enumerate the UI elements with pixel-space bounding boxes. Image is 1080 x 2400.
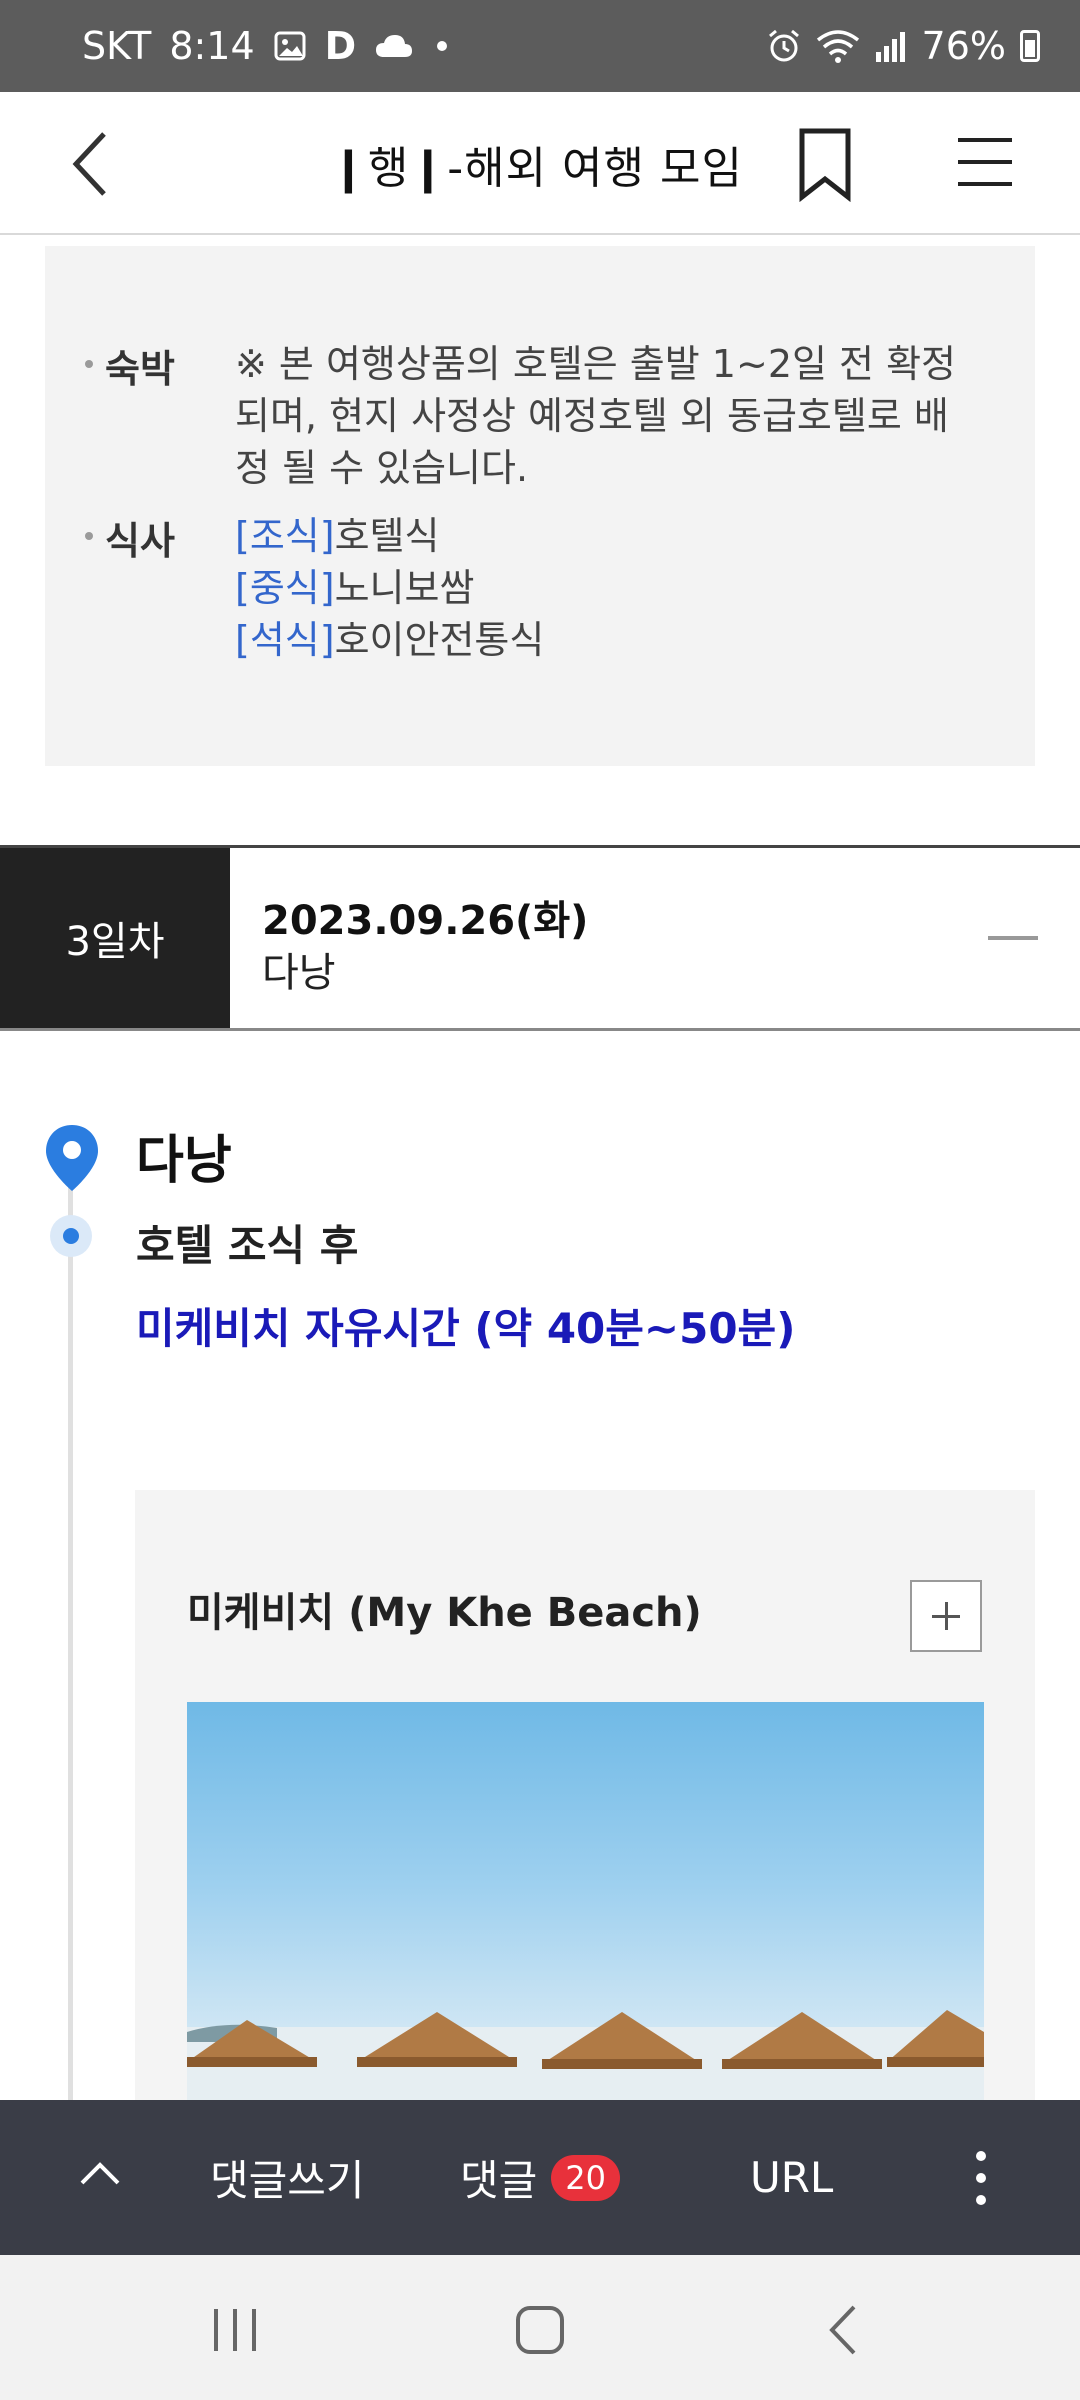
accommodation-info-box: 숙박 ※ 본 여행상품의 호텔은 출발 1~2일 전 확정되며, 현지 사정상 …	[45, 246, 1035, 766]
d-app-icon: D	[324, 24, 357, 68]
status-bar: SKT 8:14 D 76%	[0, 0, 1080, 92]
write-comment-button[interactable]: 댓글쓰기	[210, 2100, 365, 2255]
meal-label: 식사	[105, 519, 175, 563]
back-icon[interactable]	[60, 124, 140, 204]
top-app-bar: ❙행❙-해외 여행 모임	[0, 92, 1080, 235]
system-nav-bar	[0, 2255, 1080, 2400]
nav-back-icon[interactable]	[810, 2295, 880, 2365]
expand-plus-icon[interactable]	[910, 1580, 982, 1652]
day-badge: 3일차	[0, 848, 230, 1028]
timeline-dot-icon	[50, 1215, 92, 1257]
beach-photo	[187, 1702, 984, 2110]
bullet-dot	[85, 360, 93, 368]
attraction-card: 미케비치 (My Khe Beach)	[135, 1490, 1035, 2110]
page-title: ❙행❙-해외 여행 모임	[330, 142, 743, 194]
meal-tag: [석식]	[235, 618, 335, 662]
gallery-icon	[273, 29, 307, 63]
comments-button[interactable]: 댓글 20	[460, 2100, 620, 2255]
url-button[interactable]: URL	[750, 2100, 833, 2255]
alarm-icon	[766, 28, 802, 64]
bullet-dot	[85, 532, 93, 540]
lodging-text: ※ 본 여행상품의 호텔은 출발 1~2일 전 확정되며, 현지 사정상 예정호…	[235, 342, 956, 490]
clock: 8:14	[169, 24, 255, 68]
free-time-text: 미케비치 자유시간 (약 40분~50분)	[136, 1304, 796, 1353]
meal-text: 호이안전통식	[334, 618, 545, 662]
wifi-icon	[816, 28, 860, 64]
timeline-step: 호텔 조식 후	[136, 1221, 359, 1270]
recent-apps-icon[interactable]	[200, 2295, 270, 2365]
collapse-icon[interactable]	[988, 936, 1038, 940]
day-date: 2023.09.26(화)	[262, 898, 589, 944]
signal-icon	[874, 30, 908, 62]
menu-icon[interactable]	[950, 132, 1020, 192]
meal-text: 노니보쌈	[334, 566, 475, 610]
timeline-city: 다낭	[136, 1131, 232, 1191]
meal-dinner: [석식]호이안전통식	[235, 614, 544, 666]
battery-icon	[1020, 30, 1040, 62]
meal-row: 식사 [조식]호텔식 [중식]노니보쌈 [석식]호이안전통식	[85, 510, 544, 666]
home-icon[interactable]	[505, 2295, 575, 2365]
meal-tag: [중식]	[235, 566, 335, 610]
meal-text: 호텔식	[334, 514, 440, 558]
meal-list: [조식]호텔식 [중식]노니보쌈 [석식]호이안전통식	[235, 510, 544, 666]
cloud-icon	[374, 31, 414, 61]
timeline-line	[68, 1150, 73, 2100]
comments-count-badge: 20	[551, 2154, 620, 2201]
meal-breakfast: [조식]호텔식	[235, 510, 544, 562]
more-options-icon[interactable]	[966, 2148, 996, 2208]
day-city: 다낭	[262, 950, 336, 996]
bottom-action-bar: 댓글쓰기 댓글 20 URL	[0, 2100, 1080, 2255]
battery-percent: 76%	[921, 24, 1006, 68]
day-header[interactable]: 3일차 2023.09.26(화) 다낭	[0, 845, 1080, 1031]
lodging-row: 숙박 ※ 본 여행상품의 호텔은 출발 1~2일 전 확정되며, 현지 사정상 …	[85, 338, 965, 494]
dot-icon	[432, 36, 452, 56]
attraction-title: 미케비치 (My Khe Beach)	[187, 1590, 702, 1636]
carrier-label: SKT	[82, 24, 152, 68]
meal-tag: [조식]	[235, 514, 335, 558]
location-pin-icon	[44, 1123, 100, 1193]
meal-lunch: [중식]노니보쌈	[235, 562, 544, 614]
lodging-label: 숙박	[105, 347, 175, 391]
bookmark-icon[interactable]	[790, 127, 860, 203]
comments-label: 댓글	[460, 2156, 538, 2205]
scroll-up-icon[interactable]	[70, 2145, 130, 2205]
